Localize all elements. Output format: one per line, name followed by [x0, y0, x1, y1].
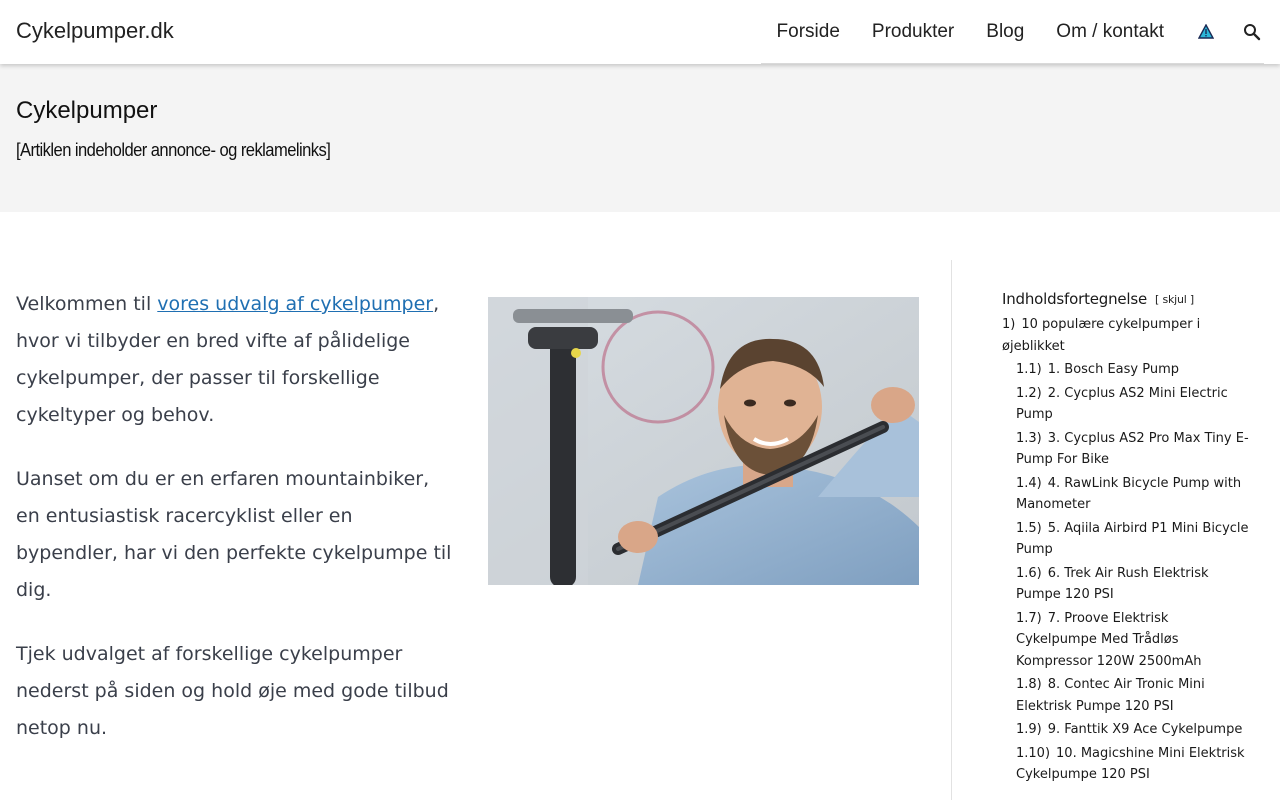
intro-paragraph-3: Tjek udvalget af forskellige cykelpumper…	[16, 643, 449, 739]
toc-item-number: 1.4)	[1016, 475, 1042, 491]
toc-item-label[interactable]: 7. Proove Elektrisk Cykelpumpe Med Trådl…	[1016, 611, 1201, 669]
page-title-band: Cykelpumper [Artiklen indeholder annonce…	[0, 64, 1280, 212]
toc-item[interactable]: 1.4) 4. RawLink Bicycle Pump with Manomet…	[1016, 473, 1252, 516]
toc-item-number: 1.2)	[1016, 385, 1042, 401]
toc-toggle-close-bracket: ]	[1189, 292, 1195, 306]
page-title: Cykelpumper	[16, 97, 158, 124]
site-brand-link[interactable]: Cykelpumper.dk	[16, 18, 174, 44]
ad-disclaimer: [Artiklen indeholder annonce- og reklame…	[16, 140, 331, 160]
toc-item-number: 1)	[1002, 317, 1016, 332]
products-selection-link[interactable]: vores udvalg af cykelpumper	[157, 293, 433, 315]
toc-item-label[interactable]: 2. Cycplus AS2 Mini Electric Pump	[1016, 386, 1228, 423]
table-of-contents: Indholdsfortegnelse [ skjul ] 1) 10 popul…	[1002, 290, 1252, 786]
toc-item-label[interactable]: 9. Fanttik X9 Ace Cykelpumpe	[1048, 722, 1243, 737]
toc-item[interactable]: 1.7) 7. Proove Elektrisk Cykelpumpe Med T…	[1016, 608, 1252, 673]
toc-title: Indholdsfortegnelse	[1002, 290, 1148, 308]
toc-item-label[interactable]: 3. Cycplus AS2 Pro Max Tiny E-Pump For B…	[1016, 431, 1249, 468]
hero-illustration	[488, 297, 919, 585]
toc-item-number: 1.3)	[1016, 430, 1042, 446]
toc-list: 1) 10 populære cykelpumper i øjeblikket 1…	[1002, 314, 1252, 786]
nav-item-forside[interactable]: Forside	[761, 21, 856, 43]
toc-item[interactable]: 1.10) 10. Magicshine Mini Elektrisk Cykel…	[1016, 743, 1252, 786]
toc-item-label[interactable]: 4. RawLink Bicycle Pump with Manometer	[1016, 476, 1241, 513]
intro-p1-before: Velkommen til	[16, 293, 158, 315]
main-nav: Forside Produkter Blog Om / kontakt	[760, 0, 1264, 64]
toc-item[interactable]: 1.1) 1. Bosch Easy Pump	[1016, 359, 1252, 381]
toc-item-number: 1.7)	[1016, 610, 1042, 626]
site-header: Cykelpumper.dk Forside Produkter Blog Om…	[0, 0, 1280, 64]
toc-item[interactable]: 1.5) 5. Aqiila Airbird P1 Mini Bicycle Pu…	[1016, 518, 1252, 561]
toc-item-label[interactable]: 10. Magicshine Mini Elektrisk Cykelpumpe…	[1016, 746, 1245, 783]
intro-paragraph-2: Uanset om du er en erfaren mountainbiker…	[16, 468, 452, 601]
search-icon[interactable]	[1240, 20, 1264, 44]
toc-item-number: 1.9)	[1016, 722, 1042, 737]
toc-toggle-open-bracket: [	[1155, 292, 1160, 306]
toc-toggle-label[interactable]: skjul	[1162, 293, 1186, 306]
nav-item-blog[interactable]: Blog	[970, 21, 1040, 43]
toc-toggle[interactable]: [ skjul ]	[1155, 293, 1194, 306]
nav-item-om-kontakt[interactable]: Om / kontakt	[1040, 21, 1180, 43]
warning-triangle-icon[interactable]	[1194, 20, 1218, 44]
toc-item-number: 1.6)	[1016, 565, 1042, 581]
sidebar-divider	[951, 260, 952, 800]
toc-item-label[interactable]: 8. Contec Air Tronic Mini Elektrisk Pump…	[1016, 677, 1205, 714]
toc-item[interactable]: 1.9) 9. Fanttik X9 Ace Cykelpumpe	[1016, 719, 1252, 741]
toc-item-label[interactable]: 10 populære cykelpumper i øjeblikket	[1002, 317, 1200, 354]
toc-item-label[interactable]: 6. Trek Air Rush Elektrisk Pumpe 120 PSI	[1016, 566, 1209, 603]
toc-item-label[interactable]: 5. Aqiila Airbird P1 Mini Bicycle Pump	[1016, 521, 1249, 558]
nav-item-produkter[interactable]: Produkter	[856, 21, 970, 43]
hero-image-man-pumping-bike	[488, 297, 919, 585]
toc-item-number: 1.10)	[1016, 745, 1051, 761]
toc-item[interactable]: 1.8) 8. Contec Air Tronic Mini Elektrisk …	[1016, 674, 1252, 717]
intro-paragraph-1: Velkommen til vores udvalg af cykelpumpe…	[16, 286, 456, 434]
toc-item-label[interactable]: 1. Bosch Easy Pump	[1048, 362, 1179, 377]
toc-item[interactable]: 1) 10 populære cykelpumper i øjeblikket	[1002, 314, 1252, 357]
toc-item-number: 1.8)	[1016, 677, 1042, 692]
toc-header: Indholdsfortegnelse [ skjul ]	[1002, 290, 1252, 308]
toc-item[interactable]: 1.2) 2. Cycplus AS2 Mini Electric Pump	[1016, 383, 1252, 426]
toc-item-number: 1.1)	[1016, 362, 1042, 377]
intro-text: Velkommen til vores udvalg af cykelpumpe…	[16, 286, 456, 774]
toc-item-number: 1.5)	[1016, 520, 1042, 536]
toc-item[interactable]: 1.6) 6. Trek Air Rush Elektrisk Pumpe 120…	[1016, 563, 1252, 606]
toc-item[interactable]: 1.3) 3. Cycplus AS2 Pro Max Tiny E-Pump F…	[1016, 428, 1252, 471]
